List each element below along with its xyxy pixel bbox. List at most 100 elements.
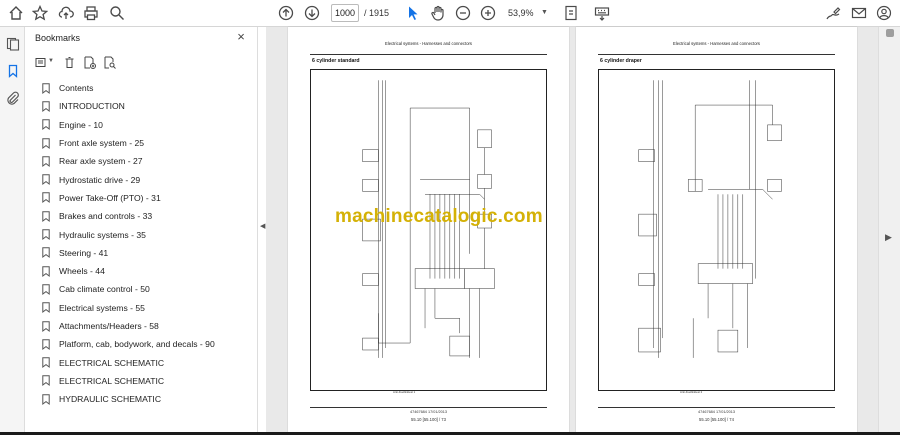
vertical-scrollbar[interactable]: ▶ — [878, 27, 900, 435]
chevron-down-icon: ▼ — [48, 58, 54, 64]
bookmark-item[interactable]: Power Take-Off (PTO) - 31 — [42, 189, 252, 207]
bookmark-icon — [42, 174, 52, 186]
bookmark-item[interactable]: HYDRAULIC SCHEMATIC — [42, 390, 252, 408]
page-total: / 1915 — [364, 8, 390, 18]
bookmark-item[interactable]: ELECTRICAL SCHEMATIC — [42, 353, 252, 371]
bookmark-item[interactable]: INTRODUCTION — [42, 97, 252, 115]
page-header: Electrical systems - Harnesses and conne… — [672, 41, 761, 46]
home-icon[interactable] — [6, 3, 26, 23]
toolbar: 1000 / 1915 53,9% ▼ — [0, 0, 900, 27]
select-cursor-icon[interactable] — [403, 3, 423, 23]
bookmark-label: Engine - 10 — [59, 119, 103, 130]
delete-bookmark-icon[interactable] — [61, 54, 77, 70]
page-footer-code: 47467684 17/01/2013 — [410, 410, 447, 414]
bookmark-item[interactable]: ELECTRICAL SCHEMATIC — [42, 372, 252, 390]
diagram-footnote: Anti-Fuellinktest 2 — [680, 390, 703, 394]
chevron-down-icon: ▼ — [541, 9, 548, 16]
fit-page-icon[interactable] — [561, 3, 581, 23]
bookmark-item[interactable]: Front axle system - 25 — [42, 134, 252, 152]
print-icon[interactable] — [81, 3, 101, 23]
page-footer-number: 55.10 [55.100] / 73 — [411, 417, 446, 422]
pdf-page-left: Electrical systems - Harnesses and conne… — [288, 27, 569, 435]
bookmark-label: Cab climate control - 50 — [59, 284, 150, 295]
bookmark-label: Steering - 41 — [59, 247, 109, 258]
cloud-upload-icon[interactable] — [56, 3, 76, 23]
diagram-footnote: Anti-Fuellinktest 1 — [393, 390, 416, 394]
close-icon[interactable]: × — [234, 30, 248, 44]
star-icon[interactable] — [30, 3, 50, 23]
keyboard-icon[interactable] — [592, 3, 612, 23]
bookmark-item[interactable]: Steering - 41 — [42, 244, 252, 262]
bookmark-icon — [42, 357, 52, 369]
bookmark-icon — [42, 137, 52, 149]
bookmark-label: Brakes and controls - 33 — [59, 211, 153, 222]
sign-icon[interactable] — [823, 3, 843, 23]
bookmark-label: HYDRAULIC SCHEMATIC — [59, 394, 162, 405]
bookmark-icon — [42, 210, 52, 222]
panel-title: Bookmarks — [35, 33, 81, 43]
bookmark-list: Contents INTRODUCTION Engine - 10 Front axl… — [42, 79, 252, 408]
zoom-search-icon[interactable] — [107, 3, 127, 23]
bookmark-label: Platform, cab, bodywork, and decals - 90 — [59, 339, 215, 350]
bookmark-item[interactable]: Attachments/Headers - 58 — [42, 317, 252, 335]
bookmark-item[interactable]: Contents — [42, 79, 252, 97]
bookmark-label: ELECTRICAL SCHEMATIC — [59, 357, 165, 368]
page-header: Electrical systems - Harnesses and conne… — [384, 41, 473, 46]
bookmark-label: Hydrostatic drive - 29 — [59, 174, 141, 185]
bookmark-item[interactable]: Cab climate control - 50 — [42, 280, 252, 298]
find-bookmark-icon[interactable] — [101, 54, 117, 70]
bookmark-icon — [42, 320, 52, 332]
page-up-icon[interactable] — [276, 3, 296, 23]
watermark-text: machinecatalogic.com — [335, 206, 543, 227]
navigation-pane-strip — [0, 27, 25, 435]
bookmark-item[interactable]: Platform, cab, bodywork, and decals - 90 — [42, 335, 252, 353]
bookmark-item[interactable]: Electrical systems - 55 — [42, 299, 252, 317]
bookmark-icon — [42, 155, 52, 167]
email-icon[interactable] — [849, 3, 869, 23]
hand-tool-icon[interactable] — [428, 3, 448, 23]
page-number-input[interactable]: 1000 — [331, 4, 359, 22]
bookmark-label: Power Take-Off (PTO) - 31 — [59, 192, 161, 203]
bookmark-item[interactable]: Wheels - 44 — [42, 262, 252, 280]
document-viewer[interactable]: Electrical systems - Harnesses and conne… — [266, 27, 878, 435]
pdf-page-right: Electrical systems - Harnesses and conne… — [576, 27, 857, 435]
bookmark-icon — [42, 82, 52, 94]
bookmark-icon[interactable] — [4, 62, 21, 79]
bookmark-icon — [42, 100, 52, 112]
scroll-thumb[interactable] — [886, 29, 894, 37]
bookmark-options-icon[interactable] — [33, 54, 49, 70]
bookmark-label: Front axle system - 25 — [59, 138, 145, 149]
wiring-diagram — [310, 69, 547, 391]
bookmark-icon — [42, 229, 52, 241]
bookmark-item[interactable]: Rear axle system - 27 — [42, 152, 252, 170]
bookmark-label: Hydraulic systems - 35 — [59, 229, 146, 240]
bookmark-icon — [42, 192, 52, 204]
bookmark-item[interactable]: Hydraulic systems - 35 — [42, 225, 252, 243]
bookmark-label: Electrical systems - 55 — [59, 302, 145, 313]
account-icon[interactable] — [874, 3, 894, 23]
bookmark-label: Attachments/Headers - 58 — [59, 321, 159, 331]
bookmark-icon — [42, 283, 52, 295]
page-footer-code: 47467684 17/01/2013 — [698, 410, 735, 414]
collapse-panel-icon[interactable]: ◀ — [260, 222, 265, 230]
bookmark-icon — [42, 393, 52, 405]
bookmarks-panel: Bookmarks × ▼ Contents INTRODUCTION Engine… — [25, 27, 258, 435]
page-down-icon[interactable] — [302, 3, 322, 23]
bookmark-item[interactable]: Engine - 10 — [42, 116, 252, 134]
bookmark-icon — [42, 119, 52, 131]
expand-panel-icon[interactable]: ▶ — [885, 232, 892, 243]
bookmark-item[interactable]: Hydrostatic drive - 29 — [42, 170, 252, 188]
bookmark-label: Rear axle system - 27 — [59, 156, 143, 167]
page-subtitle: 6 cylinder standard — [312, 58, 360, 64]
page-thumbnails-icon[interactable] — [4, 35, 21, 52]
bookmark-icon — [42, 375, 52, 387]
bookmark-label: Wheels - 44 — [59, 266, 105, 277]
bookmark-icon — [42, 338, 52, 350]
attachment-icon[interactable] — [4, 89, 21, 106]
wiring-diagram — [598, 69, 835, 391]
page-subtitle: 6 cylinder draper — [600, 58, 642, 64]
zoom-in-icon[interactable] — [478, 3, 498, 23]
zoom-out-icon[interactable] — [453, 3, 473, 23]
add-bookmark-icon[interactable] — [81, 54, 97, 70]
bookmark-item[interactable]: Brakes and controls - 33 — [42, 207, 252, 225]
